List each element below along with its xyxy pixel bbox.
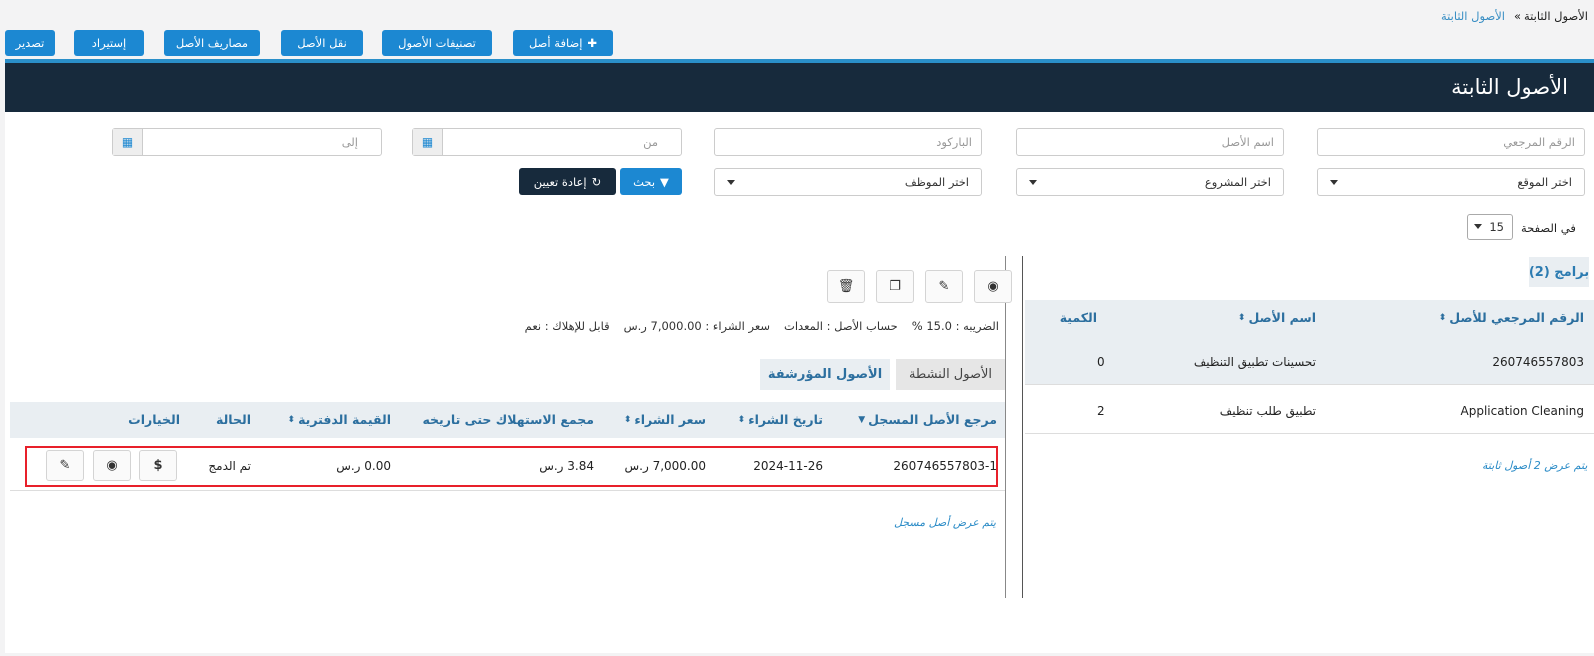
- breadcrumb-separator: »: [1513, 9, 1522, 23]
- registered-col-options: الخيارات: [128, 412, 180, 427]
- dollar-icon: $: [153, 458, 163, 473]
- registered-row-book-value: 0.00 ر.س: [336, 459, 391, 473]
- tab-archived-assets[interactable]: الأصول المؤرشفة: [760, 359, 890, 390]
- sort-icon: ⬍: [623, 414, 632, 425]
- trash-icon: 🗑: [837, 279, 855, 294]
- purchase-price-text: سعر الشراء : 7,000.00 ر.س: [623, 319, 771, 333]
- registered-row-status: تم الدمج: [208, 459, 251, 473]
- programs-row-ref: Application Cleaning: [1460, 404, 1584, 418]
- main-panel: الأصول الثابتة الرقم المرجعي اسم الأصل ا…: [5, 59, 1594, 653]
- employee-select[interactable]: اختر الموظف: [714, 168, 982, 196]
- registered-row-ref: 260746557803-1: [893, 459, 997, 473]
- tab-active-assets[interactable]: الأصول النشطة: [896, 359, 1005, 390]
- registered-col-date[interactable]: تاريخ الشراء ⬍: [738, 412, 823, 427]
- programs-col-name[interactable]: اسم الأصل ⬍: [1238, 310, 1316, 325]
- date-to-input[interactable]: ▦ إلى: [112, 128, 382, 156]
- programs-row-name: تحسينات تطبيق التنظيف: [1193, 355, 1316, 369]
- edit-icon: ✎: [938, 279, 950, 294]
- programs-col-ref[interactable]: الرقم المرجعي للأصل ⬍: [1439, 310, 1584, 325]
- registered-col-accum-dep: مجمع الاستهلاك حتى تاريخه: [422, 412, 594, 427]
- tax-text: الضريبه : 15.0 %: [911, 319, 999, 333]
- registered-col-status: الحالة: [216, 412, 251, 427]
- registered-footer-note: يتم عرض أصل مسجل: [894, 516, 996, 529]
- per-page-label: في الصفحة: [1521, 221, 1576, 235]
- programs-badge: برامج (2): [1529, 257, 1589, 287]
- ref-number-input[interactable]: الرقم المرجعي: [1317, 128, 1585, 156]
- depreciation-button[interactable]: $: [139, 450, 177, 481]
- import-button[interactable]: إستيراد: [74, 30, 144, 56]
- column-divider: [1005, 256, 1006, 598]
- view-button[interactable]: ◉: [974, 270, 1012, 303]
- caret-down-icon: [1330, 180, 1338, 185]
- registered-row-price: 7,000.00 ر.س: [624, 459, 706, 473]
- registered-col-price[interactable]: سعر الشراء ⬍: [624, 412, 706, 427]
- caret-down-icon: [727, 180, 735, 185]
- panel-header: الأصول الثابتة: [5, 63, 1594, 112]
- barcode-input[interactable]: الباركود: [714, 128, 982, 156]
- project-select[interactable]: اختر المشروع: [1016, 168, 1284, 196]
- asset-name-input[interactable]: اسم الأصل: [1016, 128, 1284, 156]
- registered-row-date: 2024-11-26: [753, 459, 823, 473]
- programs-row-name: تطبيق طلب تنظيف: [1219, 404, 1316, 418]
- filter-icon: ▼: [660, 174, 669, 189]
- location-select[interactable]: اختر الموقع: [1317, 168, 1585, 196]
- registered-col-book-value[interactable]: القيمة الدفترية ⬍: [288, 412, 391, 427]
- asset-categories-button[interactable]: تصنيفات الأصول: [382, 30, 492, 56]
- copy-button[interactable]: ❐: [876, 270, 914, 303]
- breadcrumb: الأصول الثابتة » الأصول الثابتة: [1441, 9, 1588, 23]
- programs-footer-note: يتم عرض 2 أصول ثابتة: [1482, 459, 1588, 472]
- add-asset-button[interactable]: ✚ إضافة أصل: [513, 30, 613, 56]
- sort-icon: ⬍: [1237, 312, 1246, 323]
- programs-col-qty: الكمية: [1059, 310, 1097, 325]
- edit-button[interactable]: ✎: [925, 270, 963, 303]
- sort-icon: ⬍: [287, 414, 296, 425]
- programs-row-qty: 2: [1097, 404, 1105, 418]
- depreciable-text: قابل للإهلاك : نعم: [524, 319, 610, 333]
- sort-icon: ⬍: [737, 414, 746, 425]
- caret-down-icon: [1029, 180, 1037, 185]
- per-page-select[interactable]: 15: [1467, 214, 1513, 240]
- sort-icon: ⬍: [1438, 312, 1447, 323]
- programs-row-qty: 0: [1097, 355, 1105, 369]
- plus-icon: ✚: [587, 36, 598, 50]
- asset-details-line: الضريبه : 15.0 % حساب الأصل : المعدات سع…: [525, 319, 999, 333]
- sort-desc-icon: ▼: [858, 414, 866, 425]
- date-from-input[interactable]: ▦ من: [412, 128, 682, 156]
- chevron-down-icon: [1474, 224, 1482, 229]
- copy-icon: ❐: [889, 279, 901, 294]
- breadcrumb-current-link[interactable]: الأصول الثابتة: [1441, 9, 1505, 23]
- edit-icon: ✎: [59, 458, 71, 473]
- delete-button[interactable]: 🗑: [827, 270, 865, 303]
- transfer-asset-button[interactable]: نقل الأصل: [281, 30, 363, 56]
- reset-button[interactable]: ↻ إعادة تعيين: [519, 168, 616, 195]
- registered-col-ref[interactable]: مرجع الأصل المسجل ▼: [858, 412, 997, 427]
- search-button[interactable]: ▼ بحث: [620, 168, 682, 195]
- account-text: حساب الأصل : المعدات: [784, 319, 898, 333]
- column-divider: [1022, 256, 1023, 598]
- asset-expenses-button[interactable]: مصاريف الأصل: [164, 30, 260, 56]
- programs-row-ref: 260746557803: [1492, 355, 1584, 369]
- row-view-button[interactable]: ◉: [93, 450, 131, 481]
- row-edit-button[interactable]: ✎: [46, 450, 84, 481]
- breadcrumb-root: الأصول الثابتة: [1524, 9, 1588, 23]
- calendar-icon[interactable]: ▦: [413, 129, 443, 155]
- calendar-icon[interactable]: ▦: [113, 129, 143, 155]
- registered-row-accum-dep: 3.84 ر.س: [539, 459, 594, 473]
- eye-icon: ◉: [987, 279, 999, 294]
- eye-icon: ◉: [106, 458, 118, 473]
- refresh-icon: ↻: [591, 174, 602, 189]
- export-button[interactable]: تصدير: [5, 30, 55, 56]
- page-title: الأصول الثابتة: [1451, 75, 1568, 99]
